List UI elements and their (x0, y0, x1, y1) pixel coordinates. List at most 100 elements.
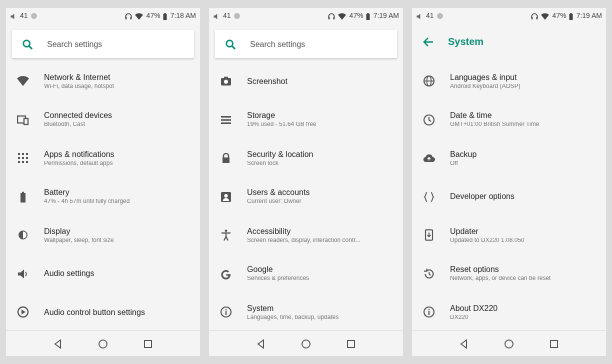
item-subtitle: Screen readers, display, interaction con… (247, 237, 361, 244)
battery-status-icon (163, 12, 168, 20)
settings-item-battery[interactable]: Battery 47% - 4h 57m until fully charged (6, 178, 200, 217)
battery-percent: 47% (146, 12, 161, 20)
item-subtitle: Network, apps, or device can be reset (450, 276, 551, 283)
wifi-status-icon (541, 12, 550, 20)
home-icon[interactable] (98, 339, 108, 349)
settings-item-reset-options[interactable]: Reset options Network, apps, or device ca… (412, 255, 606, 294)
nav-bar (6, 330, 200, 356)
recents-icon[interactable] (549, 339, 559, 349)
item-subtitle: Bluetooth, Cast (44, 122, 86, 129)
status-right: 47% 7:19 AM (531, 12, 602, 20)
battery-percent: 47% (552, 12, 567, 20)
item-subtitle: Wi-Fi, data usage, hotspot (44, 83, 115, 90)
clock-time: 7:19 AM (373, 12, 399, 20)
notification-dot-icon (30, 13, 37, 19)
settings-item-network[interactable]: Network & Internet Wi-Fi, data usage, hot… (6, 62, 200, 101)
status-left: 41 (213, 13, 240, 20)
back-icon[interactable] (459, 338, 469, 349)
cloud-upload-icon (423, 154, 435, 163)
settings-item-storage[interactable]: Storage 19% used - 51.64 GB free (209, 101, 403, 140)
settings-item-languages[interactable]: Languages & input Android Keyboard (AOSP) (412, 62, 606, 101)
volume-level: 41 (223, 12, 231, 20)
settings-item-audio[interactable]: Audio settings (6, 255, 200, 294)
item-title: Users & accounts (247, 188, 310, 198)
item-title: Screenshot (247, 76, 288, 86)
notification-dot-icon (436, 13, 443, 19)
item-subtitle: 19% used - 51.64 GB free (247, 122, 317, 129)
settings-item-google[interactable]: Google Services & preferences (209, 255, 403, 294)
settings-list: Languages & input Android Keyboard (AOSP)… (412, 62, 606, 332)
volume-icon (213, 13, 218, 19)
restore-icon (424, 268, 434, 279)
screenshot-icon (221, 77, 231, 86)
status-right: 47% 7:19 AM (328, 12, 399, 20)
clock-time: 7:18 AM (170, 12, 196, 20)
item-title: Apps & notifications (44, 149, 115, 159)
settings-screen-2: 41 47% 7:19 AM Search settings Screensho… (209, 8, 403, 356)
recents-icon[interactable] (143, 339, 153, 349)
search-settings-input[interactable]: Search settings (12, 30, 194, 58)
item-title: Backup (450, 149, 477, 159)
headphones-icon (531, 12, 539, 19)
settings-item-display[interactable]: Display Wallpaper, sleep, font size (6, 216, 200, 255)
item-title: Audio settings (44, 269, 95, 279)
wifi-icon (17, 76, 29, 87)
info-icon (423, 306, 435, 318)
recents-icon[interactable] (346, 339, 356, 349)
item-subtitle: 47% - 4h 57m until fully charged (44, 199, 130, 206)
app-bar: System (412, 24, 606, 60)
back-icon[interactable] (256, 338, 266, 349)
volume-icon (416, 13, 421, 19)
settings-item-security[interactable]: Security & location Screen lock (209, 139, 403, 178)
status-bar: 41 47% 7:18 AM (6, 8, 200, 24)
search-settings-input[interactable]: Search settings (215, 30, 397, 58)
settings-item-updater[interactable]: Updater Updated to DX220 1.08.050 (412, 216, 606, 255)
settings-item-system[interactable]: System Languages, time, backup, updates (209, 293, 403, 332)
settings-screen-1: 41 47% 7:18 AM Search settings Network &… (6, 8, 200, 356)
settings-item-apps[interactable]: Apps & notifications Permissions, default… (6, 139, 200, 178)
home-icon[interactable] (504, 339, 514, 349)
volume-level: 41 (426, 12, 434, 20)
page-title: System (448, 36, 484, 48)
audio-icon (18, 269, 27, 279)
home-icon[interactable] (301, 339, 311, 349)
item-subtitle: Languages, time, backup, updates (247, 314, 339, 321)
settings-item-backup[interactable]: Backup Off (412, 139, 606, 178)
search-placeholder: Search settings (250, 39, 306, 49)
item-title: Display (44, 226, 71, 236)
wifi-status-icon (338, 12, 347, 20)
item-subtitle: Permissions, default apps (44, 160, 113, 167)
item-title: Storage (247, 111, 276, 121)
system-screen: 41 47% 7:19 AM System Languages & input A… (412, 8, 606, 356)
settings-item-audio-control[interactable]: Audio control button settings (6, 293, 200, 332)
item-subtitle: Android Keyboard (AOSP) (450, 83, 521, 90)
notification-dot-icon (233, 13, 240, 19)
settings-item-accessibility[interactable]: Accessibility Screen readers, display, in… (209, 216, 403, 255)
item-subtitle: Screen lock (247, 160, 279, 167)
item-title: Developer options (450, 192, 515, 202)
battery-percent: 47% (349, 12, 364, 20)
item-title: Languages & input (450, 72, 517, 82)
settings-list: Screenshot Storage 19% used - 51.64 GB fr… (209, 62, 403, 332)
settings-item-screenshot[interactable]: Screenshot (209, 62, 403, 101)
item-title: Connected devices (44, 111, 113, 121)
system-update-icon (424, 229, 434, 241)
settings-item-date-time[interactable]: Date & time GMT+01:00 British Summer Time (412, 101, 606, 140)
google-icon (221, 269, 231, 280)
apps-icon (18, 153, 28, 164)
settings-item-connected-devices[interactable]: Connected devices Bluetooth, Cast (6, 101, 200, 140)
settings-item-about[interactable]: About DX220 DX220 (412, 293, 606, 332)
back-icon[interactable] (53, 338, 63, 349)
battery-icon (20, 191, 26, 203)
item-title: System (247, 303, 274, 313)
back-arrow-icon[interactable] (422, 36, 434, 48)
search-icon (22, 39, 33, 50)
status-right: 47% 7:18 AM (125, 12, 196, 20)
headphones-icon (125, 12, 133, 19)
settings-item-developer-options[interactable]: Developer options (412, 178, 606, 217)
settings-item-users[interactable]: Users & accounts Current user: Owner (209, 178, 403, 217)
item-subtitle: GMT+01:00 British Summer Time (450, 122, 540, 129)
clock-icon (423, 114, 435, 126)
item-subtitle: Wallpaper, sleep, font size (44, 237, 114, 244)
storage-icon (221, 115, 231, 124)
